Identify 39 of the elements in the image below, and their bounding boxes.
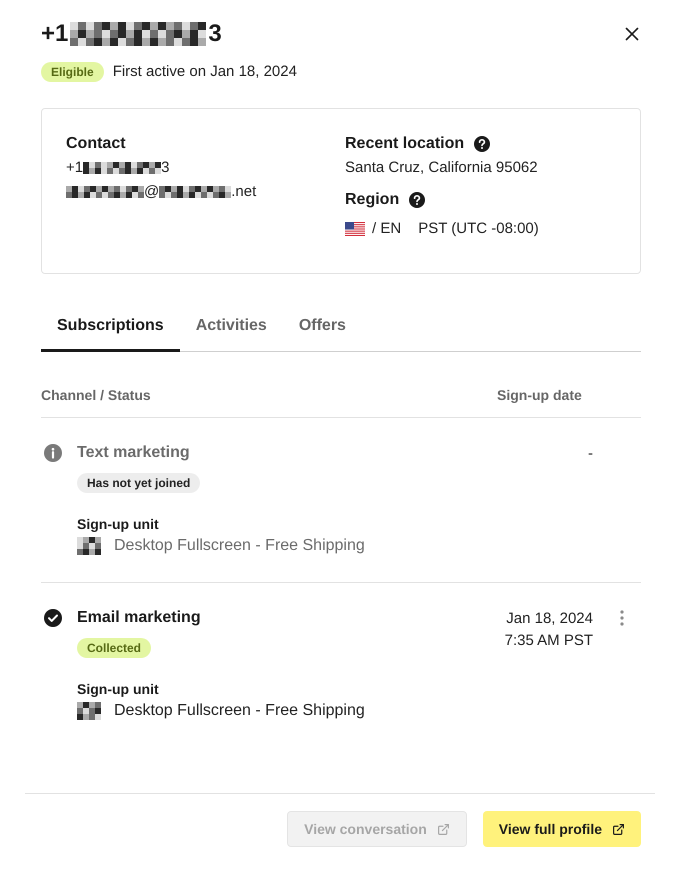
tab[interactable]: Offers — [282, 311, 362, 352]
status-badge: Eligible — [41, 62, 104, 82]
sign-up-unit-label: Sign-up unit — [77, 680, 159, 699]
email-text: .net — [231, 182, 256, 202]
thumbnail-placeholder — [77, 537, 101, 555]
thumbnail-placeholder — [77, 702, 101, 720]
sign-up-date-text: 7:35 AM PST — [504, 631, 593, 651]
region-label: Region — [345, 190, 400, 210]
contact-label: Contact — [66, 134, 126, 154]
flag-icon — [345, 222, 365, 236]
column-header: Channel / Status — [41, 387, 151, 403]
tab[interactable]: Subscriptions — [41, 311, 180, 352]
sign-up-unit-label: Sign-up unit — [77, 515, 159, 534]
status-badge: Has not yet joined — [77, 473, 200, 493]
help-icon[interactable] — [474, 136, 490, 152]
footer-button[interactable]: View full profile — [482, 811, 641, 847]
sign-up-unit-text: Desktop Fullscreen - Free Shipping — [114, 701, 365, 721]
tab[interactable]: Activities — [180, 311, 283, 352]
timezone-text: PST (UTC -08:00) — [418, 218, 539, 239]
external-link-icon — [612, 822, 625, 836]
external-link-icon — [436, 822, 450, 836]
recent-location-label: Recent location — [345, 134, 464, 154]
status-badge: Collected — [77, 638, 152, 658]
location-text: Santa Cruz, California 95062 — [345, 158, 538, 178]
kebab-icon — [620, 610, 624, 626]
phone-text: 3 — [161, 158, 170, 178]
sign-up-date-text: Jan 18, 2024 — [506, 609, 593, 629]
sign-up-unit-text: Desktop Fullscreen - Free Shipping — [114, 536, 365, 556]
email-text: @ — [144, 182, 160, 202]
first-active-text: First active on Jan 18, 2024 — [112, 62, 297, 82]
language-text: / EN — [372, 218, 402, 239]
help-icon[interactable] — [409, 192, 426, 208]
title-text: 3 — [208, 20, 222, 48]
title-text: +1 — [41, 20, 68, 48]
channel-name: Text marketing — [77, 443, 190, 463]
channel-name: Email marketing — [77, 608, 201, 628]
sign-up-date-text: - — [588, 444, 593, 464]
column-header: Sign-up date — [497, 387, 582, 403]
phone-text: +1 — [66, 158, 84, 178]
